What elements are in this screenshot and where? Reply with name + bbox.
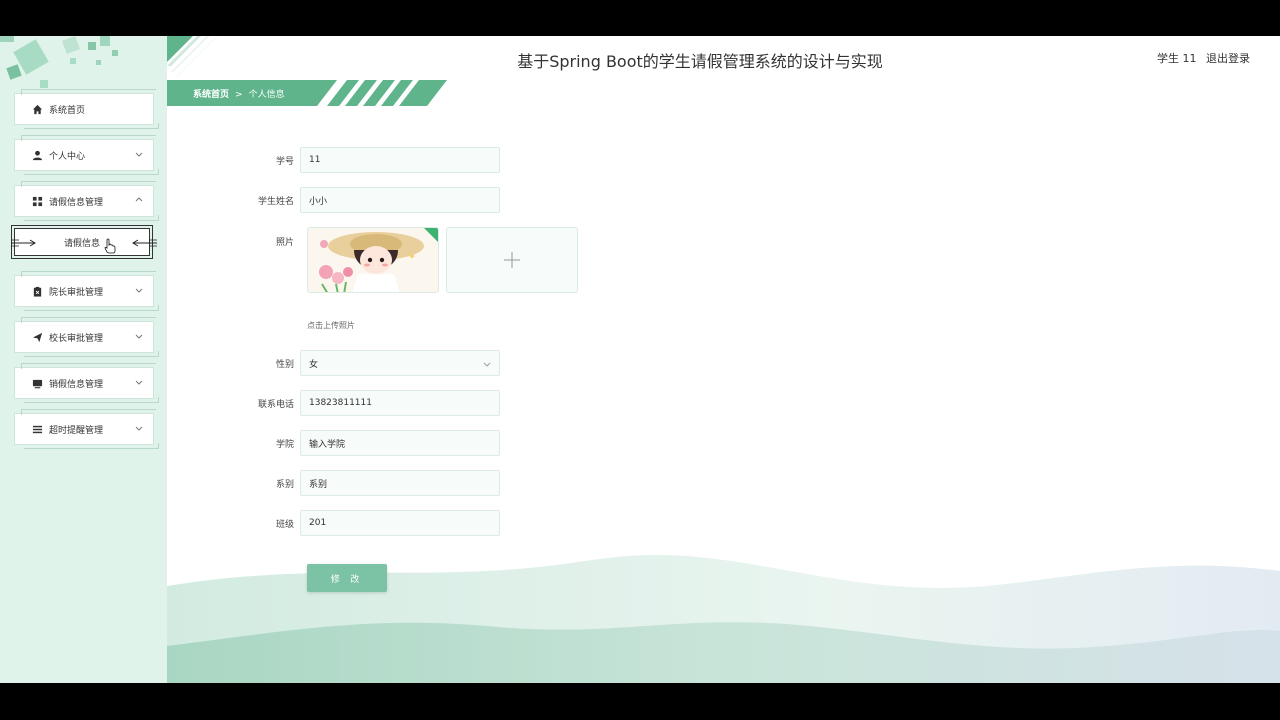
form-row-department: 系别 系别	[240, 470, 500, 496]
student-name-label: 学生姓名	[257, 196, 294, 207]
home-icon	[31, 103, 43, 115]
sidebar-item-leave-management[interactable]: 请假信息管理	[14, 181, 159, 221]
department-field[interactable]: 系别	[300, 470, 500, 496]
sidebar-item-label: 销假信息管理	[49, 379, 104, 390]
sidebar-item-label: 个人中心	[49, 151, 86, 162]
sidebar-item-overtime-reminder[interactable]: 超时提醒管理	[14, 409, 159, 449]
sidebar-item-label: 请假信息管理	[49, 197, 104, 208]
arrow-right-icon	[11, 239, 36, 247]
form-row-class: 班级 201	[240, 510, 500, 536]
photo-upload-button[interactable]	[446, 227, 578, 293]
user-label: 学生 11	[1157, 52, 1197, 65]
arrow-left-icon	[132, 239, 157, 247]
monitor-icon	[31, 377, 43, 389]
class-label: 班级	[275, 519, 294, 530]
form-row-student-name: 学生姓名 小小	[240, 187, 500, 213]
sidebar-item-label: 系统首页	[49, 105, 86, 116]
sidebar-item-dean-approval[interactable]: 院长审批管理	[14, 271, 159, 311]
breadcrumb-home[interactable]: 系统首页	[193, 90, 229, 100]
chevron-down-icon	[135, 152, 143, 157]
college-label: 学院	[275, 439, 294, 450]
form-row-college: 学院 输入学院	[240, 430, 500, 456]
student-id-field[interactable]: 11	[300, 147, 500, 173]
breadcrumb-text: 系统首页 > 个人信息	[193, 87, 285, 100]
photo-thumbnail[interactable]	[307, 227, 439, 293]
photo-label: 照片	[275, 238, 294, 248]
upload-hint: 点击上传照片	[307, 321, 355, 330]
app-screen: 系统首页 个人中心 请假信息管理 请假信息 院长审批管理 校长审批管理 销假信息…	[0, 36, 1280, 683]
chevron-down-icon	[483, 362, 491, 367]
chevron-down-icon	[135, 334, 143, 339]
sidebar-item-label: 校长审批管理	[49, 333, 104, 344]
form-row-gender: 性别 女	[240, 350, 500, 376]
phone-label: 联系电话	[257, 399, 294, 410]
user-area: 学生 11 退出登录	[1151, 50, 1250, 66]
grid-icon	[31, 195, 43, 207]
sidebar-subitem-label: 请假信息	[63, 238, 100, 249]
sidebar: 系统首页 个人中心 请假信息管理 请假信息 院长审批管理 校长审批管理 销假信息…	[0, 36, 167, 683]
clipboard-icon	[31, 285, 43, 297]
form-row-phone: 联系电话 13823811111	[240, 390, 500, 416]
gender-value: 女	[309, 359, 319, 370]
logout-link[interactable]: 退出登录	[1206, 52, 1250, 65]
chevron-down-icon	[135, 380, 143, 385]
form-row-student-id: 学号 11	[240, 147, 500, 173]
sidebar-item-label: 院长审批管理	[49, 287, 104, 298]
gender-select[interactable]: 女	[300, 350, 500, 376]
chevron-down-icon	[135, 426, 143, 431]
breadcrumb-separator: >	[235, 90, 243, 100]
student-name-field[interactable]: 小小	[300, 187, 500, 213]
plus-icon	[504, 252, 520, 268]
phone-field[interactable]: 13823811111	[300, 390, 500, 416]
sidebar-item-label: 超时提醒管理	[49, 425, 104, 436]
header-decoration	[167, 36, 218, 77]
page-title: 基于Spring Boot的学生请假管理系统的设计与实现	[517, 52, 883, 71]
chevron-up-icon	[135, 197, 143, 202]
user-icon	[31, 149, 43, 161]
student-id-label: 学号	[275, 156, 294, 167]
sidebar-item-leave-cancel[interactable]: 销假信息管理	[14, 363, 159, 403]
hand-cursor-icon	[104, 238, 116, 254]
sidebar-item-home[interactable]: 系统首页	[14, 89, 159, 129]
college-field[interactable]: 输入学院	[300, 430, 500, 456]
list-icon	[31, 423, 43, 435]
send-icon	[31, 331, 43, 343]
sidebar-subitem-leave-info[interactable]: 请假信息	[11, 225, 157, 259]
gender-label: 性别	[275, 359, 294, 370]
department-label: 系别	[275, 479, 294, 490]
submit-button[interactable]: 修 改	[307, 564, 387, 592]
sidebar-item-principal-approval[interactable]: 校长审批管理	[14, 317, 159, 357]
breadcrumb-current: 个人信息	[248, 90, 285, 100]
breadcrumb: 系统首页 > 个人信息	[167, 80, 447, 106]
avatar-image	[308, 228, 438, 292]
class-field[interactable]: 201	[300, 510, 500, 536]
chevron-down-icon	[135, 288, 143, 293]
sidebar-item-personal-center[interactable]: 个人中心	[14, 135, 159, 175]
